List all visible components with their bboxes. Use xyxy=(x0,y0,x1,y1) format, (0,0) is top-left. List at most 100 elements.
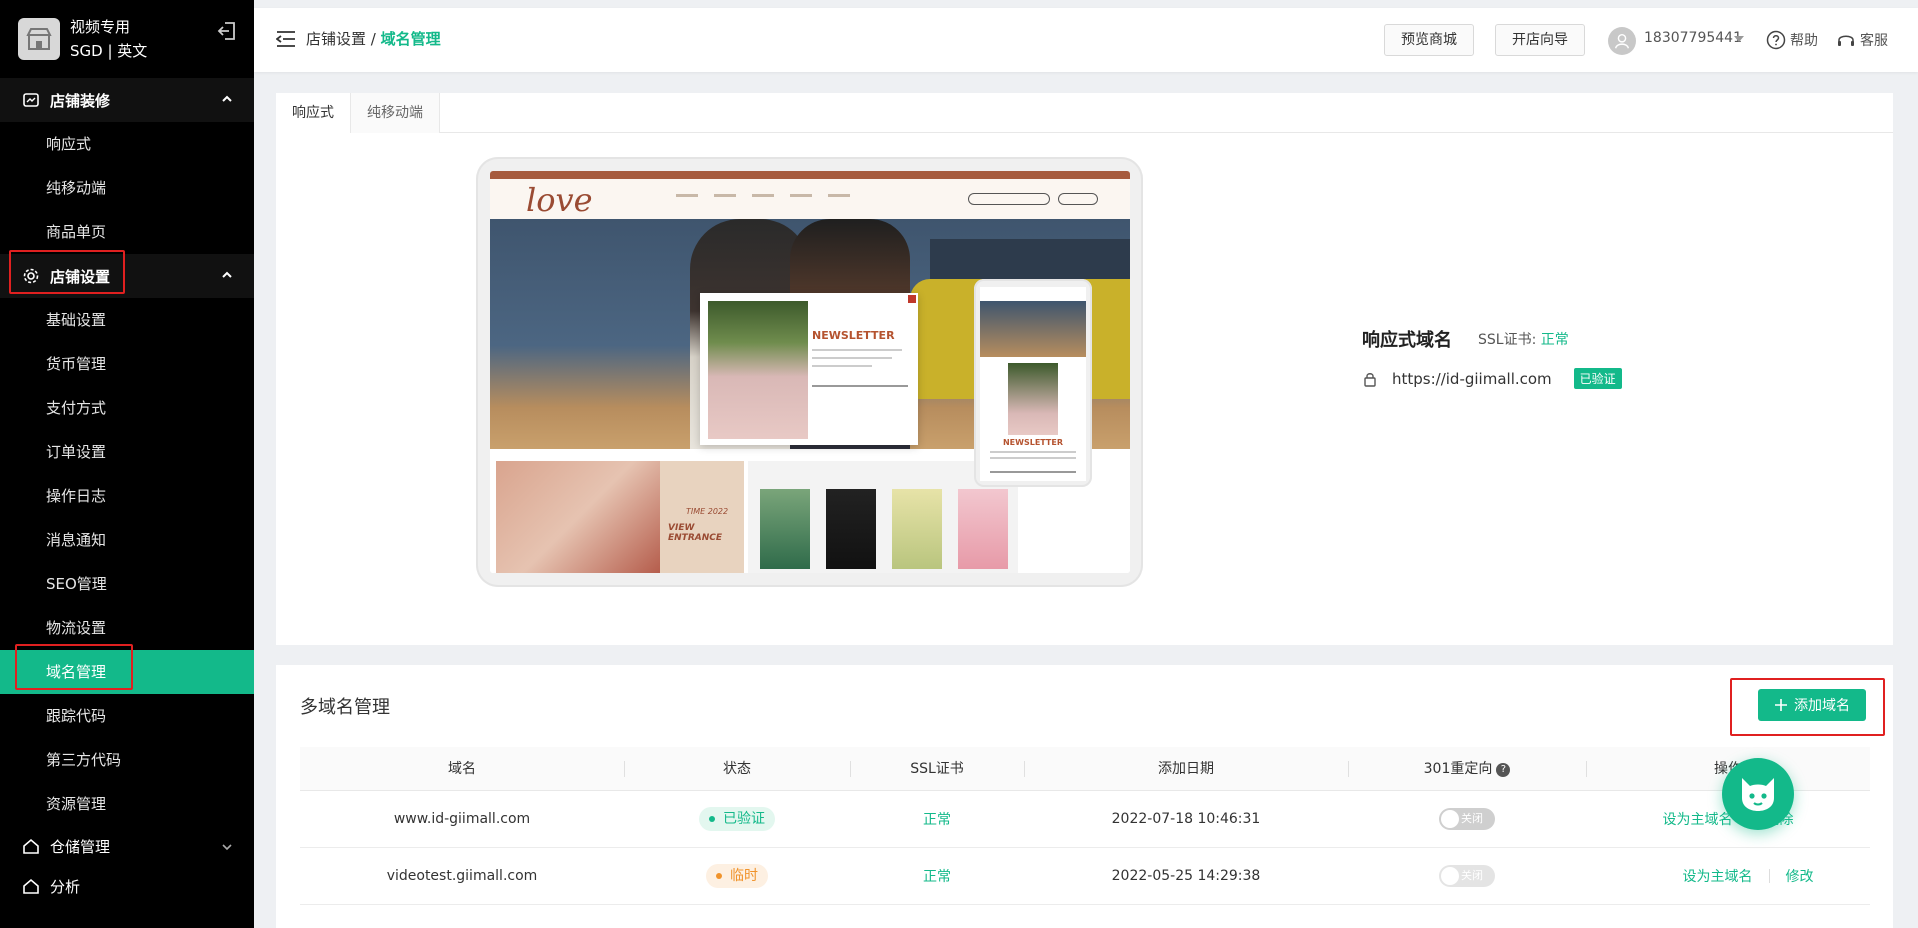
home-icon xyxy=(23,838,39,854)
store-header[interactable]: 视频专用 SGD | 英文 xyxy=(0,0,254,78)
multi-domain-title: 多域名管理 xyxy=(300,697,390,718)
tab-mobile-only[interactable]: 纯移动端 xyxy=(351,93,440,133)
sidebar-group-label: 仓储管理 xyxy=(50,837,111,856)
mock-banner-line1: TIME 2022 xyxy=(686,507,729,516)
sidebar-item-payment[interactable]: 支付方式 xyxy=(0,386,254,430)
customer-service-link[interactable]: 客服 xyxy=(1836,30,1888,50)
preview-tabs: 响应式 纯移动端 xyxy=(276,93,1893,133)
mock-newsletter-title: NEWSLETTER xyxy=(812,329,895,342)
sidebar-item-operation-log[interactable]: 操作日志 xyxy=(0,474,254,518)
sidebar-item-seo[interactable]: SEO管理 xyxy=(0,562,254,606)
mock-nav-links xyxy=(676,194,850,197)
caret-down-icon[interactable] xyxy=(1734,36,1744,42)
status-text: 已验证 xyxy=(723,811,765,827)
sidebar-item-basic-settings[interactable]: 基础设置 xyxy=(0,298,254,342)
set-primary-link[interactable]: 设为主域名 xyxy=(1683,866,1753,886)
domain-preview-card: 响应式 纯移动端 love NEWSLETTER TIME 2022 VIEW … xyxy=(276,93,1893,645)
sidebar-group-decoration[interactable]: 店铺装修 xyxy=(0,78,254,122)
status-badge: 已验证 xyxy=(699,807,775,831)
chevron-up-icon xyxy=(222,271,232,278)
row-ssl-status: 正常 xyxy=(923,869,951,885)
set-primary-link[interactable]: 设为主域名 xyxy=(1663,809,1733,829)
ssl-label: SSL证书: xyxy=(1478,332,1537,348)
redirect-toggle[interactable]: 关闭 xyxy=(1439,808,1495,830)
sidebar-group-label: 店铺设置 xyxy=(50,267,111,286)
user-phone[interactable]: 18307795441 xyxy=(1644,30,1742,46)
row-date: 2022-07-18 10:46:31 xyxy=(1111,811,1261,827)
domain-table: 域名 状态 SSL证书 添加日期 301重定向? 操作 www.id-giima… xyxy=(300,747,1870,905)
sidebar-item-third-party-code[interactable]: 第三方代码 xyxy=(0,738,254,782)
responsive-domain-info: 响应式域名 SSL证书: 正常 https://id-giimall.com 已… xyxy=(1362,326,1622,389)
sidebar-item-domain[interactable]: 域名管理 xyxy=(0,650,254,694)
redirect-toggle[interactable]: 关闭 xyxy=(1439,865,1495,887)
table-row: www.id-giimall.com 已验证 正常 2022-07-18 10:… xyxy=(300,791,1870,848)
preview-store-button[interactable]: 预览商城 xyxy=(1384,24,1474,56)
sidebar-item-order-settings[interactable]: 订单设置 xyxy=(0,430,254,474)
chevron-up-icon xyxy=(222,95,232,102)
sidebar-item-mobile-only[interactable]: 纯移动端 xyxy=(0,166,254,210)
column-ssl: SSL证书 xyxy=(850,747,1024,790)
column-domain: 域名 xyxy=(448,761,476,777)
service-label: 客服 xyxy=(1860,33,1888,49)
logout-icon[interactable] xyxy=(216,20,238,42)
toggle-label: 关闭 xyxy=(1461,869,1483,882)
column-redirect-label: 301重定向 xyxy=(1423,761,1493,777)
store-locale: SGD | 英文 xyxy=(70,42,148,60)
home-icon xyxy=(23,878,39,894)
sidebar-item-product-page[interactable]: 商品单页 xyxy=(0,210,254,254)
add-domain-label: 添加域名 xyxy=(1794,698,1850,714)
sidebar-group-label: 分析 xyxy=(50,877,81,896)
responsive-domain-url[interactable]: https://id-giimall.com xyxy=(1392,370,1552,388)
question-circle-icon xyxy=(1766,30,1786,50)
table-row: videotest.giimall.com 临时 正常 2022-05-25 1… xyxy=(300,848,1870,905)
sidebar-group-label: 店铺装修 xyxy=(50,91,111,110)
top-header: 店铺设置 / 域名管理 预览商城 开店向导 18307795441 帮助 客服 xyxy=(254,8,1918,72)
store-wizard-button[interactable]: 开店向导 xyxy=(1495,24,1585,56)
question-icon[interactable]: ? xyxy=(1496,763,1511,777)
column-date: 添加日期 xyxy=(1024,747,1348,790)
row-domain: www.id-giimall.com xyxy=(393,811,531,827)
decoration-icon xyxy=(23,93,39,107)
lock-icon xyxy=(1364,372,1376,387)
add-domain-button[interactable]: 添加域名 xyxy=(1758,689,1866,721)
breadcrumb-parent[interactable]: 店铺设置 / xyxy=(306,30,381,48)
ssl-status: 正常 xyxy=(1540,332,1569,348)
sidebar-group-analytics[interactable]: 分析 xyxy=(0,866,254,906)
sidebar-item-logistics[interactable]: 物流设置 xyxy=(0,606,254,650)
plus-icon xyxy=(1775,699,1787,711)
sidebar-item-resources[interactable]: 资源管理 xyxy=(0,782,254,826)
toggle-label: 关闭 xyxy=(1461,812,1483,825)
breadcrumb-current: 域名管理 xyxy=(380,30,441,48)
domain-url-row: https://id-giimall.com 已验证 xyxy=(1362,368,1622,389)
edit-link[interactable]: 修改 xyxy=(1786,866,1814,886)
chat-bot-button[interactable] xyxy=(1722,758,1794,830)
mock-popup-image xyxy=(708,301,808,439)
sidebar-group-warehouse[interactable]: 仓储管理 xyxy=(0,826,254,866)
sidebar-item-responsive[interactable]: 响应式 xyxy=(0,122,254,166)
avatar[interactable] xyxy=(1608,27,1636,55)
user-icon xyxy=(1614,33,1630,49)
sidebar-group-store-settings[interactable]: 店铺设置 xyxy=(0,254,254,298)
tab-responsive[interactable]: 响应式 xyxy=(276,93,351,133)
menu-fold-icon[interactable] xyxy=(276,30,296,48)
mock-language-select xyxy=(1058,193,1098,205)
store-logo-icon xyxy=(18,18,60,60)
phone-screen: NEWSLETTER xyxy=(980,287,1086,481)
sidebar-item-currency[interactable]: 货币管理 xyxy=(0,342,254,386)
column-status: 状态 xyxy=(624,747,850,790)
row-date: 2022-05-25 14:29:38 xyxy=(1111,868,1261,884)
column-redirect: 301重定向? xyxy=(1348,747,1586,790)
help-link[interactable]: 帮助 xyxy=(1766,30,1818,50)
help-label: 帮助 xyxy=(1790,33,1818,49)
row-domain: videotest.giimall.com xyxy=(386,868,538,884)
row-ssl-status: 正常 xyxy=(923,812,951,828)
sidebar-item-notifications[interactable]: 消息通知 xyxy=(0,518,254,562)
breadcrumb: 店铺设置 / 域名管理 xyxy=(306,28,441,49)
responsive-domain-title: 响应式域名 xyxy=(1362,330,1452,351)
sidebar-item-tracking-code[interactable]: 跟踪代码 xyxy=(0,694,254,738)
status-badge: 临时 xyxy=(706,864,768,888)
store-name: 视频专用 xyxy=(70,18,131,36)
table-header: 域名 状态 SSL证书 添加日期 301重定向? 操作 xyxy=(300,747,1870,791)
gear-icon xyxy=(23,268,39,284)
promo-bar xyxy=(490,171,1130,179)
